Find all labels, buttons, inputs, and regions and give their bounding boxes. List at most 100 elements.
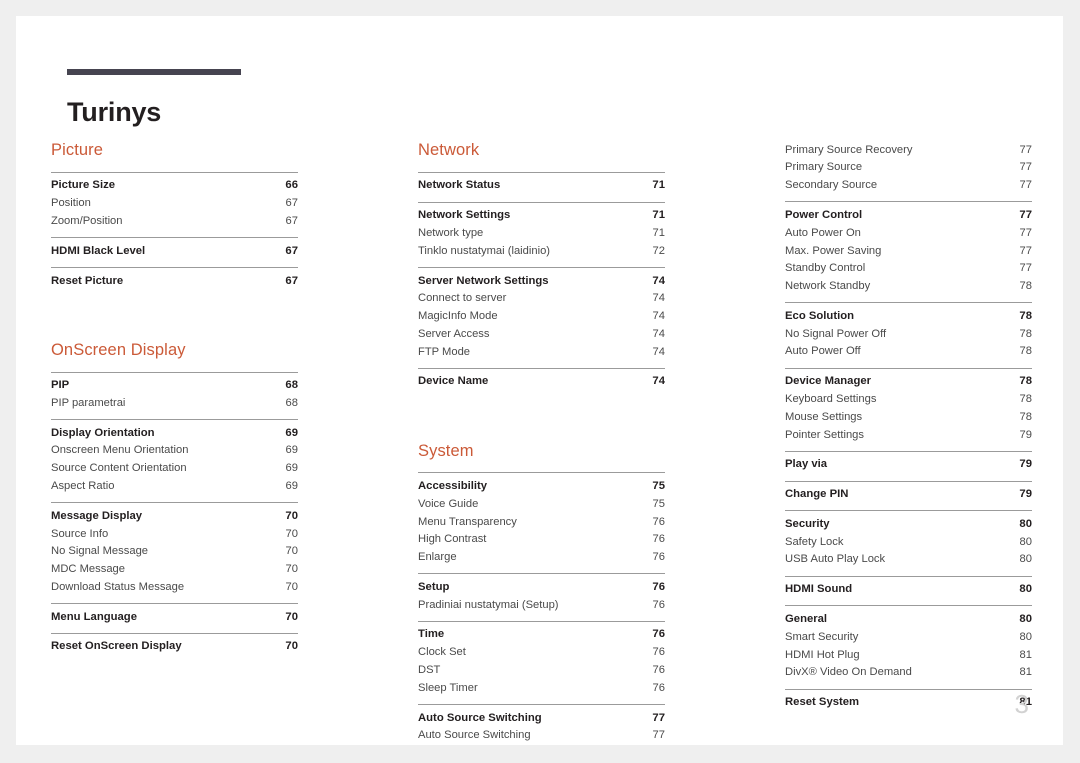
toc-entry-main[interactable]: Network Status 71 — [418, 177, 665, 195]
toc-entry-page: 71 — [652, 209, 665, 222]
toc-entry-main[interactable]: Play via 79 — [785, 456, 1032, 474]
toc-entry-sub[interactable]: Voice Guide 75 — [418, 495, 665, 513]
toc-entry-main[interactable]: Reset System 81 — [785, 694, 1032, 712]
toc-entry-sub[interactable]: High Contrast 76 — [418, 531, 665, 549]
toc-entry-label: Aspect Ratio — [51, 480, 115, 492]
toc-entry-main[interactable]: HDMI Black Level 67 — [51, 242, 298, 260]
toc-entry-sub[interactable]: Pradiniai nustatymai (Setup) 76 — [418, 596, 665, 614]
toc-group: PIP 68 PIP parametrai 68 — [51, 371, 298, 420]
toc-entry-sub[interactable]: Safety Lock 80 — [785, 533, 1032, 551]
toc-entry-main[interactable]: Device Manager 78 — [785, 373, 1032, 391]
toc-entry-page: 80 — [1019, 583, 1032, 596]
toc-entry-label: Network Settings — [418, 209, 511, 222]
toc-entry-main[interactable]: PIP 68 — [51, 377, 298, 395]
toc-group: Reset OnScreen Display 70 — [51, 632, 298, 656]
toc-entry-label: Connect to server — [418, 292, 507, 305]
column-left: Picture Picture Size 66 Position 67 Zoom/Posi… — [51, 141, 298, 745]
toc-entry-sub[interactable]: USB Auto Play Lock 80 — [785, 551, 1032, 569]
toc-entry-main[interactable]: Accessibility 75 — [418, 477, 665, 495]
toc-entry-label: DivX® Video On Demand — [785, 666, 912, 679]
toc-entry-label: Voice Guide — [418, 497, 479, 510]
toc-entry-page: 78 — [1019, 375, 1032, 388]
toc-entry-sub[interactable]: Smart Security 80 — [785, 628, 1032, 646]
toc-entry-sub[interactable]: Primary Source Recovery 77 — [785, 141, 1032, 159]
toc-entry-sub[interactable]: MDC Message 70 — [51, 561, 298, 579]
toc-entry-page: 70 — [285, 580, 298, 593]
toc-entry-sub[interactable]: Pointer Settings 79 — [785, 426, 1032, 444]
toc-entry-sub[interactable]: Aspect Ratio 69 — [51, 477, 298, 495]
toc-entry-label: Network Status — [418, 179, 501, 192]
toc-entry-main[interactable]: HDMI Sound 80 — [785, 581, 1032, 599]
toc-entry-label: Display Orientation — [51, 426, 155, 439]
toc-entry-sub[interactable]: PIP parametrai 68 — [51, 394, 298, 412]
toc-entry-main[interactable]: Power Control 77 — [785, 206, 1032, 224]
toc-entry-label: Pointer Settings — [785, 428, 864, 441]
toc-entry-main[interactable]: Security 80 — [785, 515, 1032, 533]
toc-entry-main[interactable]: Menu Language 70 — [51, 608, 298, 626]
toc-entry-sub[interactable]: Primary Source 77 — [785, 159, 1032, 177]
toc-entry-sub[interactable]: Sleep Timer 76 — [418, 679, 665, 697]
toc-entry-sub[interactable]: Keyboard Settings 78 — [785, 390, 1032, 408]
toc-entry-sub[interactable]: Position 67 — [51, 195, 298, 213]
toc-entry-sub[interactable]: Mouse Settings 78 — [785, 408, 1032, 426]
toc-entry-sub[interactable]: Tinklo nustatymai (laidinio) 72 — [418, 242, 665, 260]
toc-entry-page: 81 — [1019, 648, 1032, 661]
toc-entry-sub[interactable]: DivX® Video On Demand 81 — [785, 664, 1032, 682]
toc-entry-sub[interactable]: Auto Power Off 78 — [785, 343, 1032, 361]
toc-entry-main[interactable]: Device Name 74 — [418, 373, 665, 391]
toc-entry-page: 68 — [285, 379, 298, 392]
toc-entry-sub[interactable]: No Signal Power Off 78 — [785, 325, 1032, 343]
toc-entry-sub[interactable]: No Signal Message 70 — [51, 543, 298, 561]
toc-entry-sub[interactable]: Standby Control 77 — [785, 260, 1032, 278]
toc-entry-sub[interactable]: Connect to server 74 — [418, 290, 665, 308]
toc-entry-main[interactable]: Network Settings 71 — [418, 207, 665, 225]
toc-entry-main[interactable]: Setup 76 — [418, 578, 665, 596]
toc-entry-sub[interactable]: Network type 71 — [418, 224, 665, 242]
toc-entry-main[interactable]: Picture Size 66 — [51, 177, 298, 195]
toc-entry-page: 76 — [652, 515, 665, 528]
toc-entry-sub[interactable]: Auto Power On 77 — [785, 224, 1032, 242]
section-heading: OnScreen Display — [51, 340, 186, 359]
toc-group: Display Orientation 69 Onscreen Menu Orien… — [51, 419, 298, 502]
toc-group: HDMI Sound 80 — [785, 575, 1032, 606]
toc-entry-sub[interactable]: Source Info 70 — [51, 525, 298, 543]
toc-entry-sub[interactable]: Onscreen Menu Orientation 69 — [51, 442, 298, 460]
toc-entry-page: 78 — [1019, 392, 1032, 405]
toc-entry-page: 74 — [652, 310, 665, 323]
toc-entry-sub[interactable]: HDMI Hot Plug 81 — [785, 646, 1032, 664]
toc-entry-sub[interactable]: Zoom/Position 67 — [51, 212, 298, 230]
toc-entry-page: 80 — [1019, 630, 1032, 643]
toc-entry-sub[interactable]: Clock Set 76 — [418, 644, 665, 662]
page-title: Turinys — [67, 97, 162, 128]
toc-entry-sub[interactable]: Enlarge 76 — [418, 549, 665, 567]
toc-entry-main[interactable]: Eco Solution 78 — [785, 307, 1032, 325]
toc-entry-label: Secondary Source — [785, 179, 878, 192]
toc-entry-sub[interactable]: Download Status Message 70 — [51, 578, 298, 596]
toc-entry-sub[interactable]: Network Standby 78 — [785, 277, 1032, 295]
toc-entry-page: 70 — [285, 527, 298, 540]
toc-entry-sub[interactable]: Auto Source Switching 77 — [418, 727, 665, 745]
toc-entry-main[interactable]: Message Display 70 — [51, 507, 298, 525]
toc-entry-label: Max. Power Saving — [785, 244, 882, 257]
toc-entry-sub[interactable]: Menu Transparency 76 — [418, 513, 665, 531]
toc-entry-page: 79 — [1019, 488, 1032, 501]
toc-entry-label: Accessibility — [418, 480, 488, 492]
toc-entry-main[interactable]: Reset Picture 67 — [51, 272, 298, 290]
toc-entry-label: HDMI Black Level — [51, 244, 146, 257]
toc-entry-main[interactable]: Time 76 — [418, 626, 665, 644]
toc-entry-sub[interactable]: Max. Power Saving 77 — [785, 242, 1032, 260]
column-gap — [665, 141, 785, 745]
toc-entry-sub[interactable]: Secondary Source 77 — [785, 177, 1032, 195]
toc-entry-sub[interactable]: MagicInfo Mode 74 — [418, 307, 665, 325]
toc-entry-sub[interactable]: DST 76 — [418, 661, 665, 679]
column-gap — [298, 141, 418, 745]
toc-entry-main[interactable]: Auto Source Switching 77 — [418, 709, 665, 727]
toc-entry-main[interactable]: Change PIN 79 — [785, 486, 1032, 504]
toc-entry-sub[interactable]: FTP Mode 74 — [418, 343, 665, 361]
toc-entry-main[interactable]: Server Network Settings 74 — [418, 272, 665, 290]
toc-entry-main[interactable]: General 80 — [785, 610, 1032, 628]
toc-entry-main[interactable]: Display Orientation 69 — [51, 424, 298, 442]
toc-entry-sub[interactable]: Source Content Orientation 69 — [51, 460, 298, 478]
toc-entry-sub[interactable]: Server Access 74 — [418, 325, 665, 343]
toc-entry-main[interactable]: Reset OnScreen Display 70 — [51, 638, 298, 656]
